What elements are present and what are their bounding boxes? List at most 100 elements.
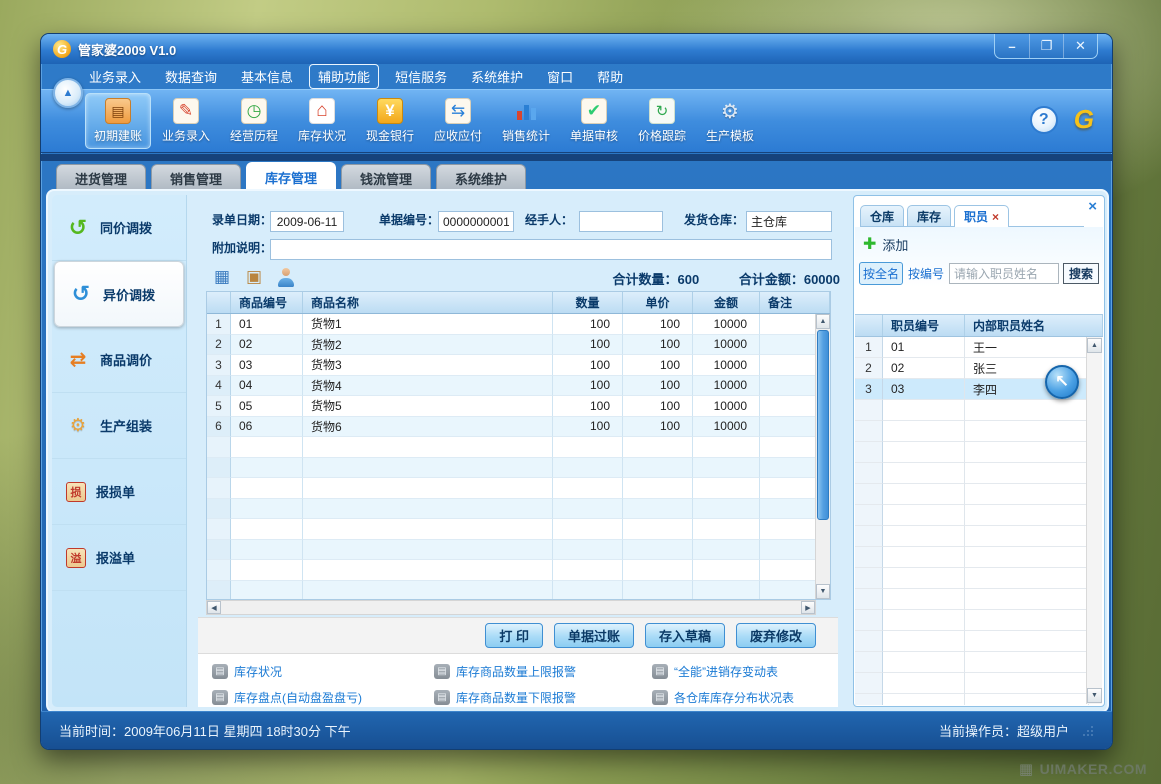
toolbar-item-8[interactable]: ↻价格跟踪	[629, 93, 695, 149]
toolbar-item-9[interactable]: ⚙生产模板	[697, 93, 763, 149]
person-icon[interactable]	[276, 267, 296, 287]
minimize-button[interactable]: –	[995, 34, 1029, 58]
table-row[interactable]: 303货物310010010000	[207, 355, 815, 376]
employee-row[interactable]	[855, 442, 1089, 463]
tab-1[interactable]: 销售管理	[151, 164, 241, 191]
table-row[interactable]	[207, 540, 815, 561]
toolbar-item-7[interactable]: ✔单据审核	[561, 93, 627, 149]
column-header-1[interactable]: 商品名称	[303, 292, 553, 313]
toolbar-item-3[interactable]: ⌂库存状况	[289, 93, 355, 149]
report-link-2[interactable]: ▤“全能”进销存变动表	[652, 663, 838, 680]
maximize-button[interactable]: ❐	[1029, 34, 1063, 58]
sidebar-item-1[interactable]: ↺异价调拨	[54, 261, 184, 327]
table-row[interactable]: 606货物610010010000	[207, 417, 815, 438]
resize-grip[interactable]	[1083, 725, 1094, 736]
column-header-5[interactable]: 备注	[760, 292, 830, 313]
lookup-tab-1[interactable]: 库存	[907, 205, 951, 226]
table-row[interactable]: 404货物410010010000	[207, 376, 815, 397]
search-by-name-toggle[interactable]: 按全名	[859, 262, 903, 285]
add-row[interactable]: ✚ 添加	[855, 227, 1103, 260]
scroll-down-icon[interactable]: ▼	[816, 584, 830, 599]
scroll-up-icon[interactable]: ▲	[1087, 338, 1102, 353]
toolbar-item-1[interactable]: ✎业务录入	[153, 93, 219, 149]
toolbar-item-5[interactable]: ⇆应收应付	[425, 93, 491, 149]
action-button-0[interactable]: 打 印	[485, 623, 543, 648]
menu-item-5[interactable]: 系统维护	[463, 65, 531, 88]
toolbar-item-4[interactable]: ¥现金银行	[357, 93, 423, 149]
lookup-tab-0[interactable]: 仓库	[860, 205, 904, 226]
report-link-3[interactable]: ▤库存盘点(自动盘盈盘亏)	[212, 689, 434, 706]
tab-close-icon[interactable]: ×	[992, 210, 999, 224]
employee-search-input[interactable]	[949, 263, 1059, 284]
sidebar-item-5[interactable]: 溢报溢单	[52, 525, 186, 591]
report-link-0[interactable]: ▤库存状况	[212, 663, 434, 680]
employee-row[interactable]	[855, 610, 1089, 631]
note-input[interactable]	[270, 239, 832, 260]
help-icon[interactable]: ?	[1030, 106, 1058, 134]
employee-row[interactable]	[855, 400, 1089, 421]
package-icon[interactable]: ▣	[244, 267, 264, 287]
building-icon[interactable]: ▦	[212, 267, 232, 287]
sidebar-item-2[interactable]: ⇄商品调价	[52, 327, 186, 393]
employee-row[interactable]	[855, 589, 1089, 610]
table-row[interactable]	[207, 478, 815, 499]
employee-row[interactable]	[855, 694, 1089, 705]
report-link-5[interactable]: ▤各仓库库存分布状况表	[652, 689, 838, 706]
employee-row[interactable]	[855, 421, 1089, 442]
employee-row[interactable]: 101王一	[855, 337, 1089, 358]
employee-row[interactable]	[855, 484, 1089, 505]
employee-row[interactable]	[855, 568, 1089, 589]
action-button-1[interactable]: 单据过账	[554, 623, 634, 648]
search-button[interactable]: 搜索	[1063, 263, 1099, 284]
employee-scrollbar[interactable]: ▲ ▼	[1086, 337, 1102, 704]
employee-row[interactable]	[855, 673, 1089, 694]
table-row[interactable]	[207, 560, 815, 581]
menu-item-6[interactable]: 窗口	[539, 65, 581, 88]
scroll-down-icon[interactable]: ▼	[1087, 688, 1102, 703]
close-button[interactable]: ✕	[1063, 34, 1097, 58]
warehouse-input[interactable]	[746, 211, 832, 232]
column-header-2[interactable]: 数量	[553, 292, 623, 313]
menu-item-0[interactable]: 业务录入	[81, 65, 149, 88]
action-button-2[interactable]: 存入草稿	[645, 623, 725, 648]
report-link-4[interactable]: ▤库存商品数量下限报警	[434, 689, 652, 706]
toolbar-item-6[interactable]: 销售统计	[493, 93, 559, 149]
toolbar-item-0[interactable]: ▤初期建账	[85, 93, 151, 149]
tab-3[interactable]: 钱流管理	[341, 164, 431, 191]
menu-item-4[interactable]: 短信服务	[387, 65, 455, 88]
menu-item-3[interactable]: 辅助功能	[309, 64, 379, 89]
table-row[interactable]	[207, 458, 815, 479]
menu-item-2[interactable]: 基本信息	[233, 65, 301, 88]
column-header-3[interactable]: 单价	[623, 292, 693, 313]
report-link-1[interactable]: ▤库存商品数量上限报警	[434, 663, 652, 680]
employee-row[interactable]	[855, 526, 1089, 547]
table-row[interactable]	[207, 581, 815, 600]
lookup-tab-2[interactable]: 职员×	[954, 205, 1009, 227]
tab-0[interactable]: 进货管理	[56, 164, 146, 191]
panel-close-icon[interactable]: ×	[1088, 198, 1097, 215]
menu-item-1[interactable]: 数据查询	[157, 65, 225, 88]
employee-row[interactable]	[855, 463, 1089, 484]
scroll-right-icon[interactable]: ▶	[801, 601, 815, 614]
collapse-toolbar-button[interactable]: ▲	[53, 78, 83, 108]
table-row[interactable]	[207, 499, 815, 520]
table-row[interactable]: 202货物210010010000	[207, 335, 815, 356]
sidebar-item-3[interactable]: ⚙生产组装	[52, 393, 186, 459]
scroll-thumb[interactable]	[817, 330, 829, 520]
employee-row[interactable]	[855, 652, 1089, 673]
tab-2[interactable]: 库存管理	[246, 162, 336, 191]
order-date-input[interactable]	[270, 211, 344, 232]
employee-column-header-0[interactable]: 职员编号	[883, 315, 965, 336]
scroll-up-icon[interactable]: ▲	[816, 314, 830, 329]
sidebar-item-4[interactable]: 损报损单	[52, 459, 186, 525]
handler-input[interactable]	[579, 211, 663, 232]
employee-row[interactable]	[855, 631, 1089, 652]
employee-row[interactable]	[855, 547, 1089, 568]
table-row[interactable]: 505货物510010010000	[207, 396, 815, 417]
search-by-code-toggle[interactable]: 按编号	[907, 263, 945, 284]
table-row[interactable]	[207, 437, 815, 458]
column-header-4[interactable]: 金额	[693, 292, 760, 313]
menu-item-7[interactable]: 帮助	[589, 65, 631, 88]
items-vertical-scrollbar[interactable]: ▲ ▼	[815, 314, 830, 599]
doc-number-input[interactable]	[438, 211, 514, 232]
